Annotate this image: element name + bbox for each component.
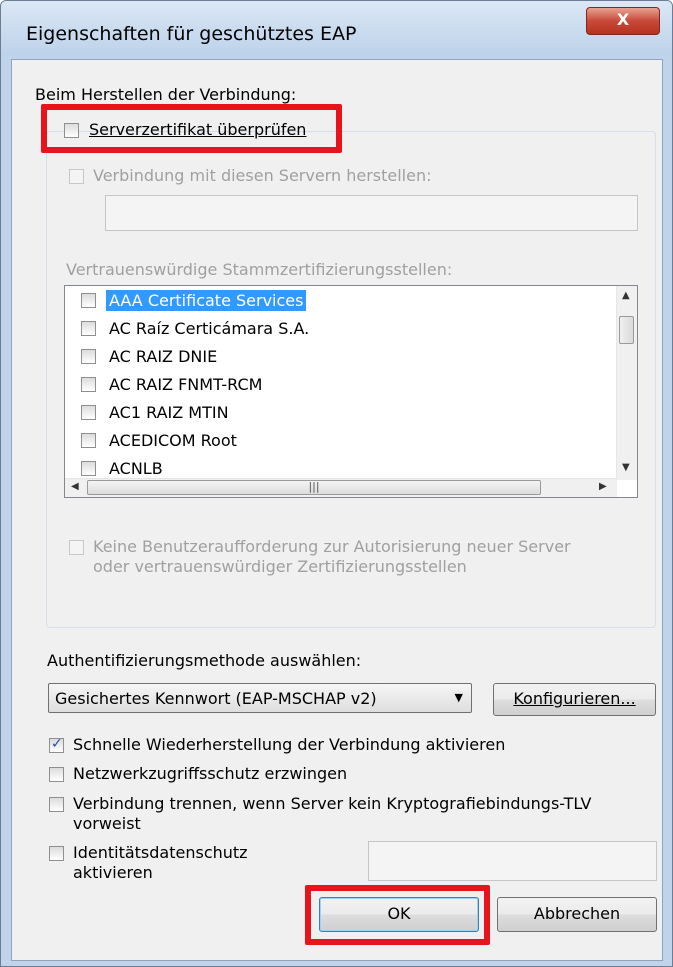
ca-list-item[interactable]: AC1 RAIZ MTIN	[65, 398, 613, 427]
horizontal-scrollbar[interactable]: ◀ ||| ▶	[65, 478, 617, 497]
identity-privacy-label-line2[interactable]: aktivieren	[73, 863, 153, 882]
crypto-binding-checkbox[interactable]	[49, 797, 64, 812]
ca-checkbox[interactable]	[81, 461, 96, 476]
no-prompt-checkbox[interactable]	[69, 540, 84, 555]
crypto-binding-label-line2[interactable]: vorweist	[73, 814, 141, 833]
no-prompt-label-line1: Keine Benutzeraufforderung zur Autorisie…	[93, 537, 571, 556]
connect-servers-label: Verbindung mit diesen Servern herstellen…	[93, 166, 432, 185]
close-button[interactable]: X	[586, 7, 660, 35]
identity-privacy-label-line1[interactable]: Identitätsdatenschutz	[73, 843, 248, 862]
identity-privacy-checkbox[interactable]	[49, 846, 64, 861]
ca-checkbox[interactable]	[81, 321, 96, 336]
nap-checkbox[interactable]	[49, 767, 64, 782]
ca-checkbox[interactable]	[81, 377, 96, 392]
ca-list-item[interactable]: AC RAIZ FNMT-RCM	[65, 370, 613, 399]
scroll-up-arrow-icon[interactable]: ▲	[622, 290, 630, 301]
scroll-down-arrow-icon[interactable]: ▼	[622, 462, 630, 473]
ca-name: AAA Certificate Services	[106, 290, 307, 311]
ca-checkbox[interactable]	[81, 293, 96, 308]
fast-reconnect-label[interactable]: Schnelle Wiederherstellung der Verbindun…	[73, 735, 505, 754]
identity-input[interactable]	[368, 841, 657, 881]
ca-checkbox[interactable]	[81, 349, 96, 364]
trusted-ca-label: Vertrauenswürdige Stammzertifizierungsst…	[66, 260, 453, 279]
no-prompt-label-line2: oder vertrauenswürdiger Zertifizierungss…	[93, 557, 467, 576]
ca-name: AC1 RAIZ MTIN	[109, 403, 229, 422]
horizontal-scroll-thumb[interactable]: |||	[87, 480, 541, 495]
highlight-verify-cert	[41, 104, 342, 153]
connect-section-label: Beim Herstellen der Verbindung:	[35, 85, 297, 104]
ca-name: ACEDICOM Root	[109, 431, 237, 450]
auth-method-value: Gesichertes Kennwort (EAP-MSCHAP v2)	[55, 689, 377, 708]
chevron-down-icon: ▼	[454, 691, 463, 704]
highlight-ok-button	[305, 885, 490, 945]
ca-list-item[interactable]: AAA Certificate Services	[65, 286, 613, 315]
dialog-client-area: Beim Herstellen der Verbindung: Serverze…	[11, 59, 663, 961]
servers-input[interactable]	[105, 195, 638, 231]
ca-checkbox[interactable]	[81, 405, 96, 420]
trusted-ca-list[interactable]: AAA Certificate Services AC Raíz Certicá…	[64, 285, 638, 498]
ca-name: AC Raíz Certicámara S.A.	[109, 319, 310, 338]
configure-button[interactable]: Konfigurieren...	[493, 683, 656, 716]
configure-button-label: Konfigurieren...	[513, 689, 636, 708]
title-bar[interactable]: Eigenschaften für geschütztes EAP X	[1, 1, 672, 55]
auth-method-label: Authentifizierungsmethode auswählen:	[47, 651, 362, 670]
connect-servers-checkbox[interactable]	[69, 169, 84, 184]
scroll-right-arrow-icon[interactable]: ▶	[599, 481, 607, 492]
ca-name: AC RAIZ DNIE	[109, 347, 218, 366]
ca-list-item[interactable]: ACEDICOM Root	[65, 426, 613, 455]
ca-name: AC RAIZ FNMT-RCM	[109, 375, 263, 394]
vertical-scroll-thumb[interactable]	[619, 316, 634, 344]
nap-label[interactable]: Netzwerkzugriffsschutz erzwingen	[73, 764, 347, 783]
ca-name: ACNLB	[109, 459, 163, 478]
ca-list-item[interactable]: AC Raíz Certicámara S.A.	[65, 314, 613, 343]
fast-reconnect-checkbox[interactable]	[49, 736, 64, 753]
ca-list-item[interactable]: AC RAIZ DNIE	[65, 342, 613, 371]
vertical-scrollbar[interactable]: ▲ ▼	[616, 286, 637, 480]
scroll-left-arrow-icon[interactable]: ◀	[71, 481, 79, 492]
window-title: Eigenschaften für geschütztes EAP	[26, 23, 357, 45]
ca-checkbox[interactable]	[81, 433, 96, 448]
crypto-binding-label-line1[interactable]: Verbindung trennen, wenn Server kein Kry…	[73, 794, 591, 813]
cancel-button[interactable]: Abbrechen	[497, 897, 657, 932]
auth-method-select[interactable]: Gesichertes Kennwort (EAP-MSCHAP v2) ▼	[48, 683, 472, 713]
